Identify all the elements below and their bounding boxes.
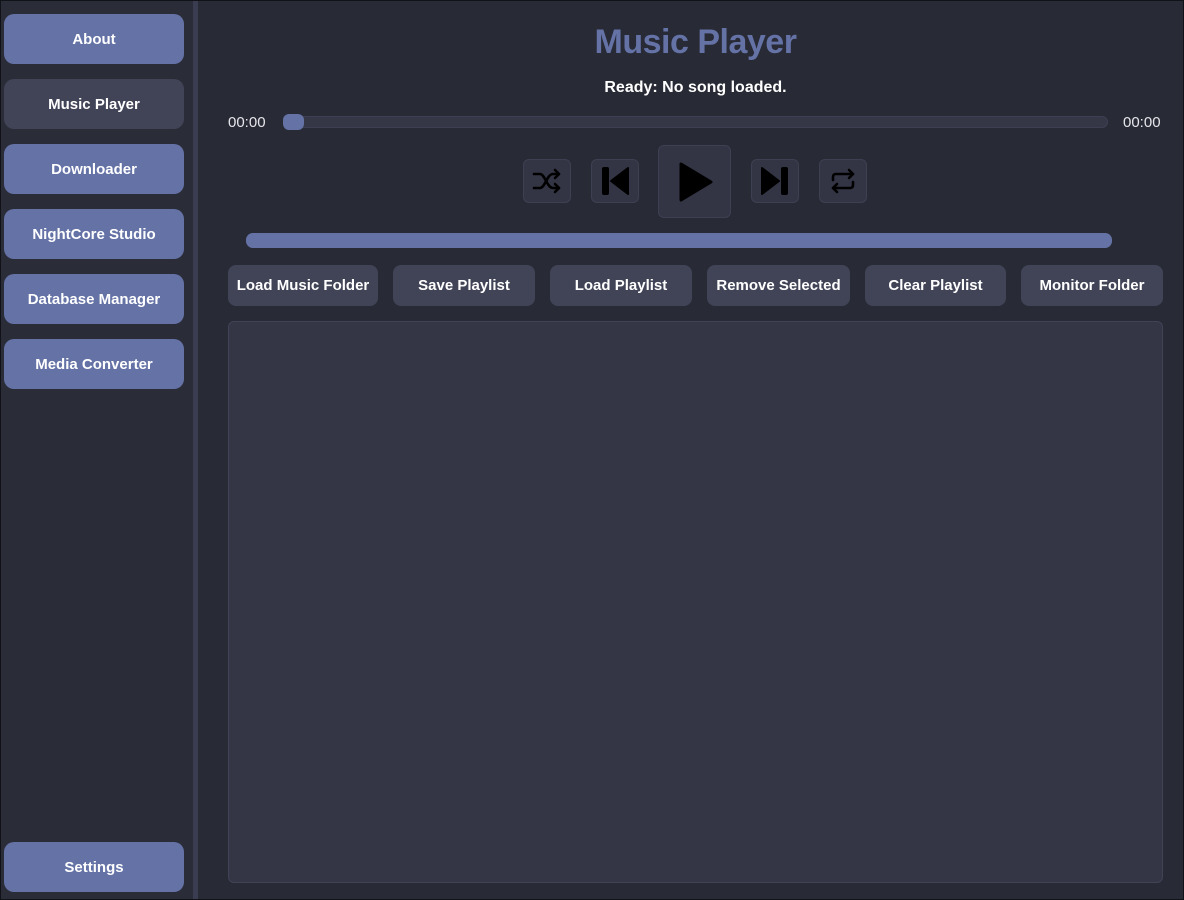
- save-playlist-button[interactable]: Save Playlist: [393, 265, 535, 306]
- next-button[interactable]: [751, 159, 799, 203]
- repeat-icon: [829, 167, 857, 195]
- skip-previous-icon: [599, 165, 631, 197]
- shuffle-icon: [532, 168, 562, 194]
- remove-selected-button[interactable]: Remove Selected: [707, 265, 850, 306]
- sidebar-item-about[interactable]: About: [4, 14, 184, 64]
- play-icon: [675, 160, 715, 204]
- seek-handle[interactable]: [283, 114, 304, 130]
- sidebar-item-music-player[interactable]: Music Player: [4, 79, 184, 129]
- previous-button[interactable]: [591, 159, 639, 203]
- status-text: Ready: No song loaded.: [604, 79, 787, 96]
- play-button[interactable]: [658, 145, 731, 218]
- music-player-panel: Music Player Ready: No song loaded. 00:0…: [198, 1, 1183, 899]
- sidebar-item-database-manager[interactable]: Database Manager: [4, 274, 184, 324]
- volume-slider[interactable]: [246, 233, 1112, 248]
- sidebar-item-settings[interactable]: Settings: [4, 842, 184, 892]
- sidebar-item-media-converter[interactable]: Media Converter: [4, 339, 184, 389]
- repeat-button[interactable]: [819, 159, 867, 203]
- skip-next-icon: [759, 165, 791, 197]
- volume-fill: [246, 233, 1112, 248]
- seek-slider[interactable]: [283, 116, 1108, 128]
- time-total: 00:00: [1123, 114, 1161, 131]
- sidebar-item-downloader[interactable]: Downloader: [4, 144, 184, 194]
- time-elapsed: 00:00: [228, 114, 266, 131]
- load-music-folder-button[interactable]: Load Music Folder: [228, 265, 378, 306]
- sidebar: About Music Player Downloader NightCore …: [1, 1, 193, 899]
- page-title: Music Player: [594, 23, 797, 61]
- shuffle-button[interactable]: [523, 159, 571, 203]
- load-playlist-button[interactable]: Load Playlist: [550, 265, 692, 306]
- sidebar-item-nightcore-studio[interactable]: NightCore Studio: [4, 209, 184, 259]
- clear-playlist-button[interactable]: Clear Playlist: [865, 265, 1006, 306]
- playlist-box[interactable]: [228, 321, 1163, 883]
- monitor-folder-button[interactable]: Monitor Folder: [1021, 265, 1163, 306]
